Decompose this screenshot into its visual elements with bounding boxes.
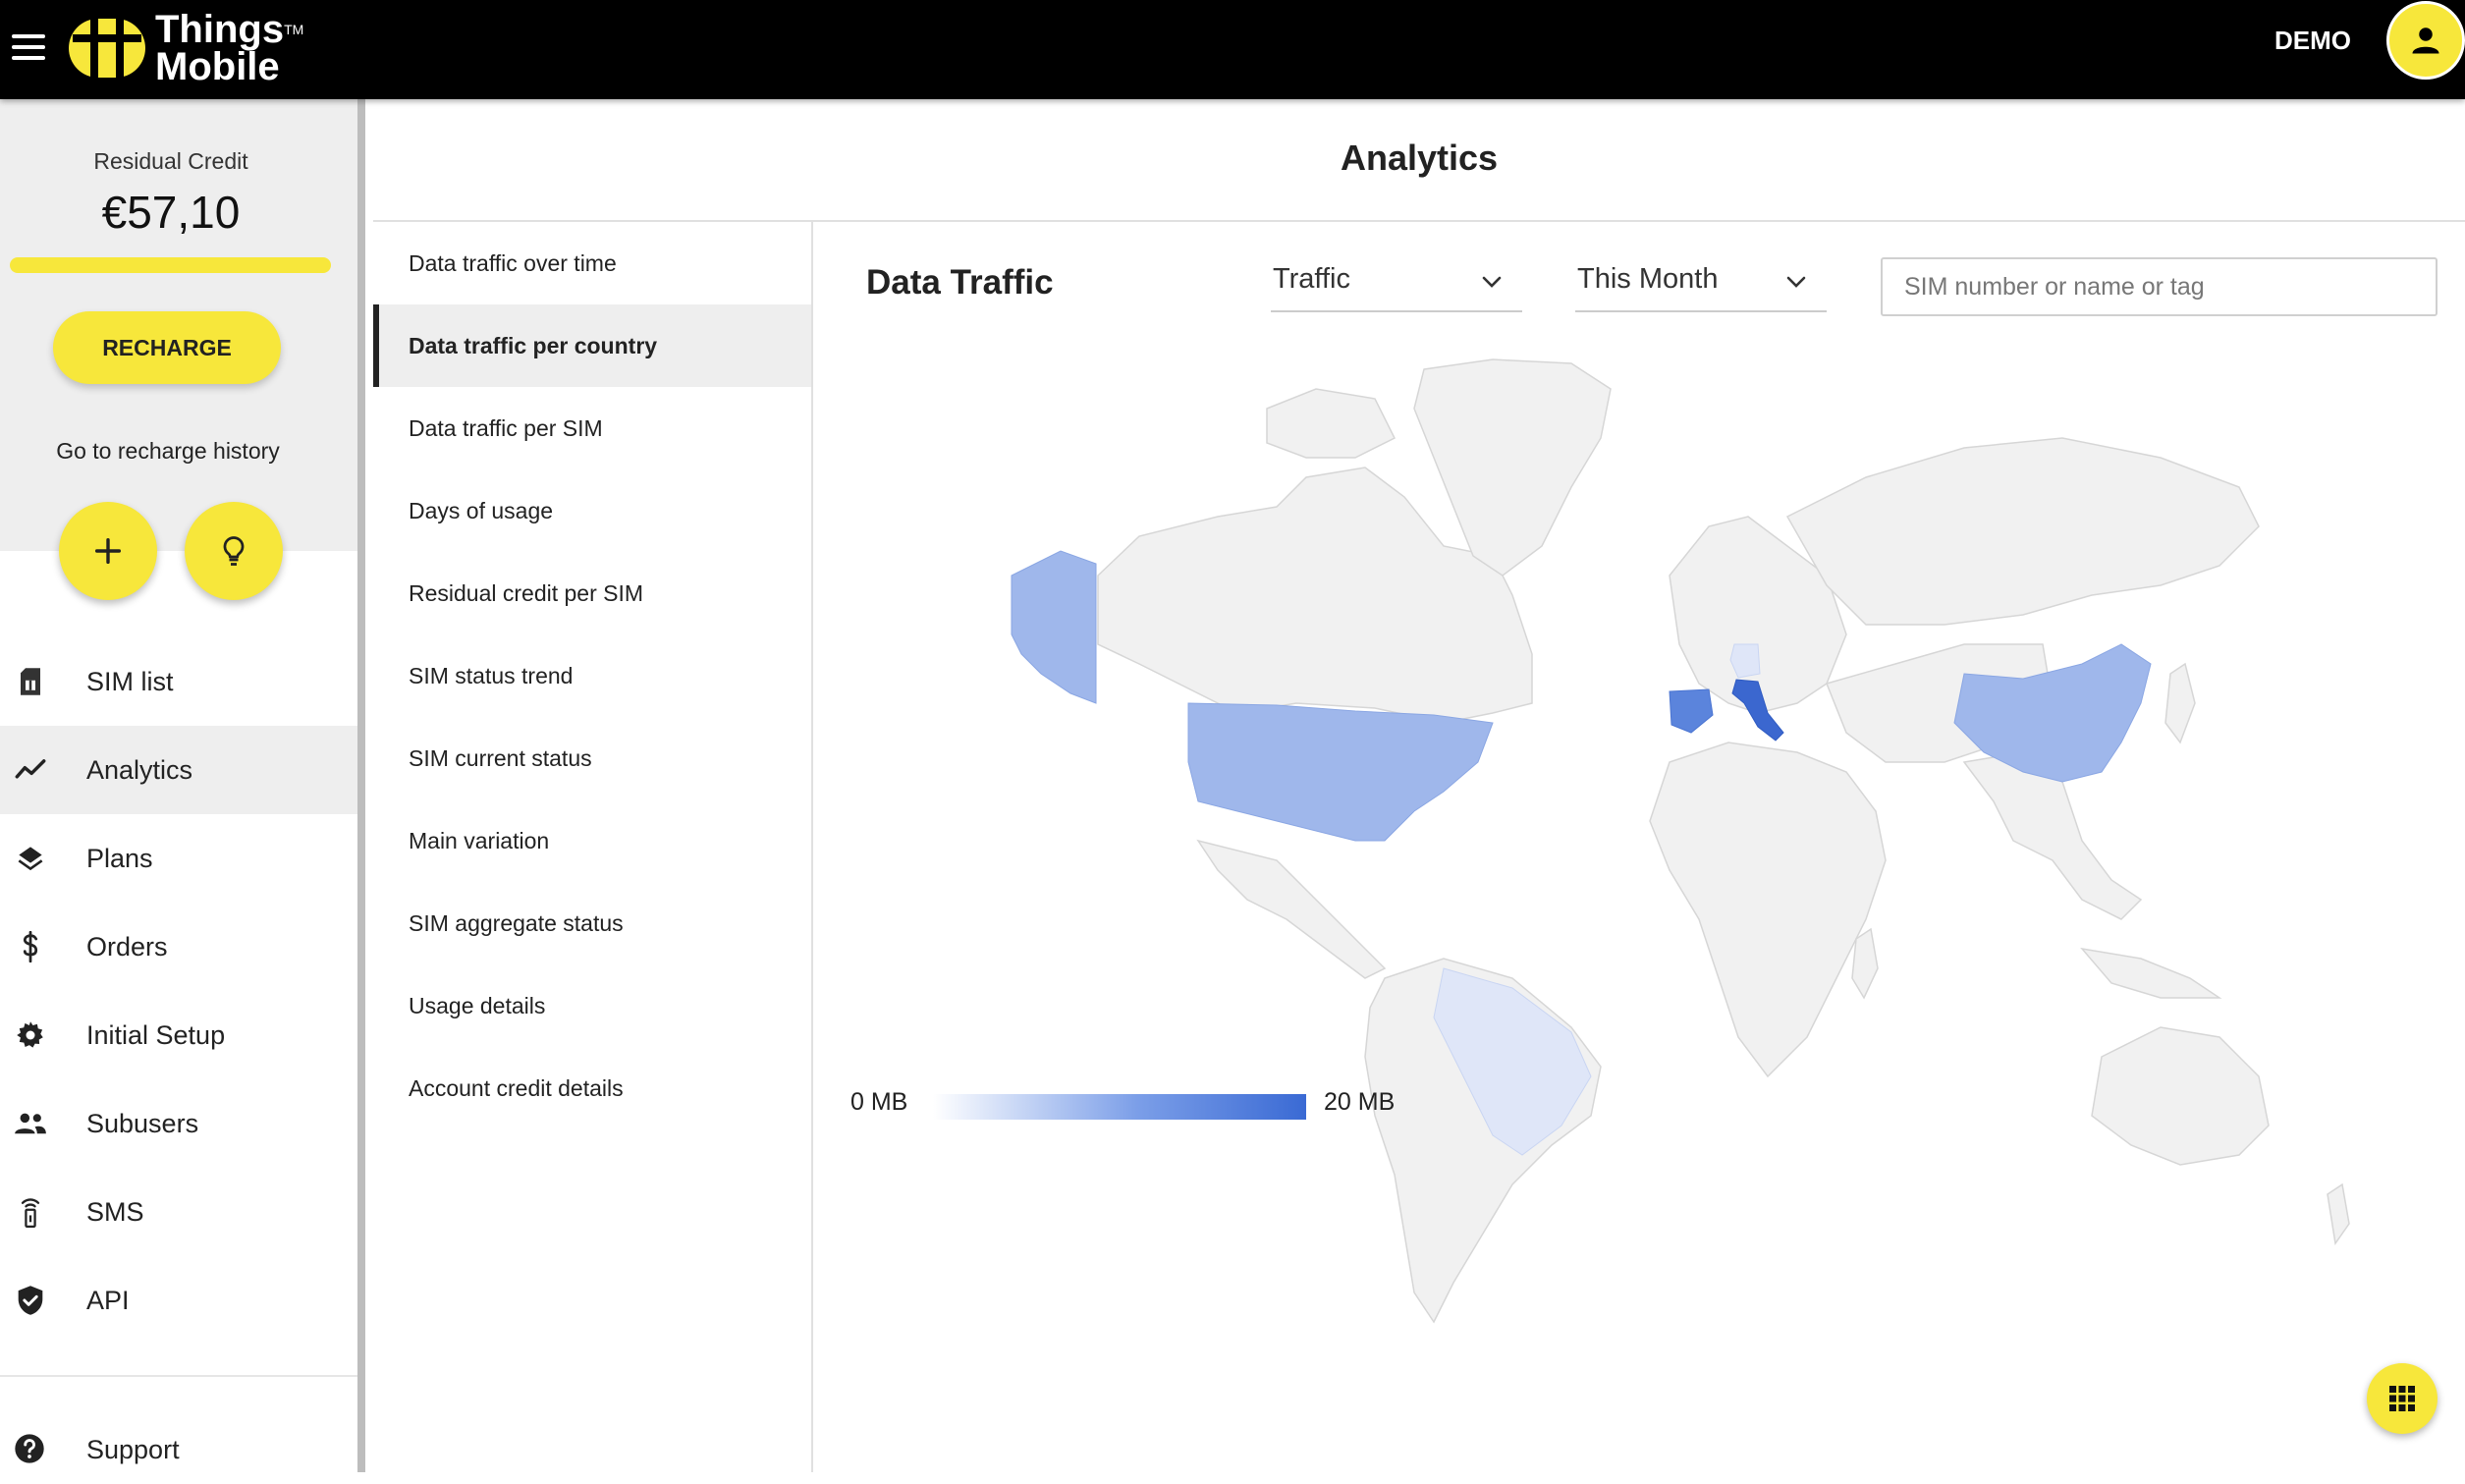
sidebar-item-subusers[interactable]: Subusers [0, 1079, 357, 1168]
map-greenland [1413, 358, 1612, 577]
sidebar-item-initial-setup[interactable]: Initial Setup [0, 991, 357, 1079]
menu-item-main-variation[interactable]: Main variation [373, 799, 811, 882]
grid-dots-icon [2389, 1386, 2415, 1411]
sidebar-item-support[interactable]: Support [0, 1425, 357, 1484]
shield-check-icon [18, 1286, 43, 1315]
map-new-zealand [2327, 1182, 2350, 1245]
sidebar-item-label: SIM list [86, 666, 174, 696]
menu-item-data-traffic-per-sim[interactable]: Data traffic per SIM [373, 387, 811, 469]
sidebar-item-sms[interactable]: SMS [0, 1168, 357, 1256]
period-select[interactable]: This Month [1575, 257, 1827, 312]
map-japan [2164, 662, 2196, 744]
lightbulb-icon [223, 536, 245, 566]
legend-max-label: 20 MB [1324, 1088, 1396, 1116]
account-name[interactable]: DEMO [2274, 26, 2351, 56]
sidebar-item-orders[interactable]: Orders [0, 903, 357, 991]
credit-value: €57,10 [101, 187, 241, 238]
page-title: Analytics [373, 99, 2465, 222]
logo-trademark: TM [284, 22, 304, 37]
sidebar-item-plans[interactable]: Plans [0, 814, 357, 903]
credit-panel: Residual Credit €57,10 RECHARGE Go to re… [0, 99, 357, 600]
recharge-button[interactable]: RECHARGE [53, 311, 281, 384]
map-indonesia [2080, 947, 2222, 999]
sidebar-item-label: SMS [86, 1196, 144, 1227]
sidebar-item-label: Orders [86, 931, 168, 962]
sidebar-nav: SIM list Analytics Plans Orders Initial … [0, 637, 357, 1345]
plus-icon [94, 537, 122, 565]
sidebar-divider [0, 1375, 357, 1377]
menu-item-sim-status-trend[interactable]: SIM status trend [373, 634, 811, 717]
world-map[interactable] [982, 350, 2377, 1342]
sidebar-item-label: Analytics [86, 754, 193, 785]
map-russia [1785, 437, 2260, 626]
support-label: Support [86, 1435, 180, 1464]
tips-button[interactable] [185, 502, 283, 600]
dollar-icon [23, 931, 38, 962]
map-spain [1669, 688, 1714, 734]
metric-select[interactable]: Traffic [1271, 257, 1522, 312]
data-traffic-panel: Data Traffic Traffic This Month SIM numb… [815, 222, 2465, 1472]
logo-mark-icon [69, 19, 145, 78]
gear-icon [17, 1021, 43, 1048]
recharge-history-link[interactable]: Go to recharge history [0, 438, 336, 465]
avatar[interactable] [2386, 1, 2465, 80]
sidebar: Residual Credit €57,10 RECHARGE Go to re… [0, 99, 365, 1472]
user-icon [2412, 27, 2439, 54]
people-icon [15, 1113, 46, 1134]
logo[interactable]: ThingsTM Mobile [69, 4, 303, 92]
map-united-states [1187, 702, 1494, 842]
menu-item-days-of-usage[interactable]: Days of usage [373, 469, 811, 552]
antenna-icon [21, 1198, 40, 1228]
menu-item-sim-current-status[interactable]: SIM current status [373, 717, 811, 799]
menu-item-residual-credit-per-sim[interactable]: Residual credit per SIM [373, 552, 811, 634]
period-select-value: This Month [1577, 263, 1719, 295]
analytics-menu: Data traffic over time Data traffic per … [373, 222, 813, 1472]
sidebar-item-label: Initial Setup [86, 1019, 226, 1050]
chevron-down-icon [1482, 276, 1502, 288]
menu-item-data-traffic-over-time[interactable]: Data traffic over time [373, 222, 811, 304]
sidebar-item-label: Plans [86, 843, 153, 873]
menu-item-data-traffic-per-country[interactable]: Data traffic per country [373, 304, 811, 387]
add-button[interactable] [59, 502, 157, 600]
metric-select-value: Traffic [1273, 263, 1350, 295]
map-madagascar [1851, 927, 1879, 1000]
map-africa [1649, 742, 1887, 1078]
sidebar-item-api[interactable]: API [0, 1256, 357, 1345]
map-arctic-islands [1266, 388, 1397, 459]
top-bar: ThingsTM Mobile DEMO [0, 0, 2465, 99]
logo-text: ThingsTM Mobile [155, 10, 304, 88]
map-central-america [1196, 839, 1387, 979]
menu-icon[interactable] [12, 27, 45, 71]
help-circle-icon [15, 1434, 44, 1463]
menu-item-sim-aggregate-status[interactable]: SIM aggregate status [373, 882, 811, 964]
logo-line-2: Mobile [155, 45, 280, 88]
sim-search-input[interactable] [1881, 257, 2438, 316]
apps-fab-button[interactable] [2367, 1363, 2438, 1434]
trending-line-icon [15, 759, 46, 779]
legend-min-label: 0 MB [850, 1088, 908, 1116]
menu-item-usage-details[interactable]: Usage details [373, 964, 811, 1047]
menu-item-account-credit-details[interactable]: Account credit details [373, 1047, 811, 1129]
map-alaska [1011, 550, 1097, 704]
panel-title: Data Traffic [866, 263, 1054, 302]
credit-progress-fill [10, 257, 331, 273]
map-australia [2091, 1026, 2270, 1166]
sidebar-item-sim-list[interactable]: SIM list [0, 637, 357, 726]
sim-card-icon [21, 668, 40, 695]
sidebar-item-label: Subusers [86, 1108, 199, 1138]
sidebar-item-label: API [86, 1285, 130, 1315]
chevron-down-icon [1786, 276, 1806, 288]
map-legend: 0 MB 20 MB [850, 1088, 1440, 1127]
credit-progress-bar [10, 257, 331, 273]
legend-gradient [933, 1094, 1306, 1120]
credit-label: Residual Credit [93, 148, 248, 174]
sidebar-item-analytics[interactable]: Analytics [0, 726, 357, 814]
layers-icon [18, 847, 43, 871]
